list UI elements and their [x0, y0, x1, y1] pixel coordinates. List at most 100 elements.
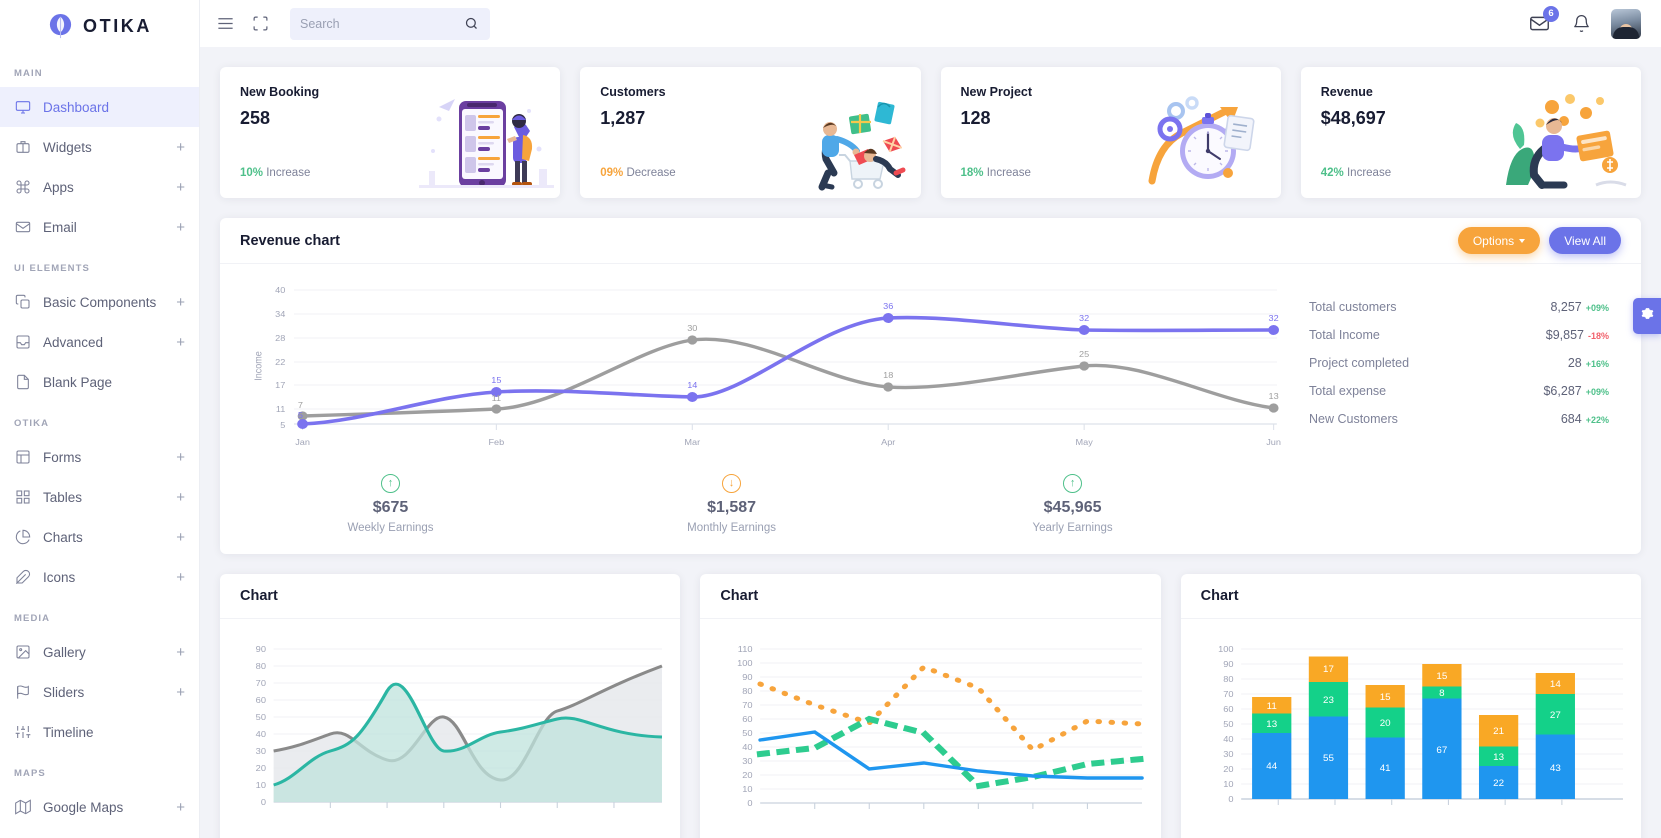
expand-icon[interactable]: + — [176, 530, 185, 545]
svg-text:32: 32 — [1269, 313, 1279, 323]
expand-icon[interactable]: + — [176, 645, 185, 660]
layout-icon — [14, 449, 31, 466]
expand-icon[interactable]: + — [176, 800, 185, 815]
brand-name: OTIKA — [83, 15, 152, 36]
sidebar-item-blank-page[interactable]: Blank Page — [0, 362, 199, 402]
stat-card-customers[interactable]: Customers 1,287 09% Decrease — [580, 67, 921, 198]
svg-text:0: 0 — [748, 798, 753, 808]
sidebar-item-icons[interactable]: Icons + — [0, 557, 199, 597]
person-coins-illustration — [1500, 89, 1635, 194]
revenue-stat-row: Total customers 8,257 +09% — [1309, 300, 1609, 328]
expand-icon[interactable]: + — [176, 450, 185, 465]
svg-text:10: 10 — [743, 784, 753, 794]
copy-icon — [14, 294, 31, 311]
svg-text:36: 36 — [883, 301, 893, 311]
dashboard-app: OTIKA MAIN Dashboard Widgets + Apps + Em… — [0, 0, 1661, 838]
sidebar-item-label: Advanced — [43, 334, 104, 350]
bell-icon[interactable] — [1570, 13, 1592, 35]
chart-title: Chart — [240, 587, 278, 604]
svg-text:100: 100 — [737, 658, 753, 668]
flag-icon — [14, 684, 31, 701]
revenue-card-header: Revenue chart Options View All — [220, 218, 1641, 264]
sidebar-item-tables[interactable]: Tables + — [0, 477, 199, 517]
sidebar-item-forms[interactable]: Forms + — [0, 437, 199, 477]
stat-trend: Increase — [266, 167, 311, 179]
svg-text:40: 40 — [275, 285, 285, 295]
stat-value: $9,857 — [1545, 328, 1584, 342]
sidebar-item-google-maps[interactable]: Google Maps + — [0, 787, 199, 827]
view-all-button[interactable]: View All — [1549, 227, 1621, 254]
svg-text:70: 70 — [1223, 689, 1233, 699]
mail-button[interactable]: 6 — [1529, 5, 1559, 35]
stat-percent: 42% — [1320, 167, 1344, 179]
svg-text:18: 18 — [883, 370, 893, 380]
stat-card-new-booking[interactable]: New Booking 258 10% Increase — [220, 67, 561, 198]
stopwatch-gears-illustration — [1140, 89, 1275, 194]
earning-label: Monthly Earnings — [687, 521, 776, 534]
expand-icon[interactable]: + — [176, 490, 185, 505]
svg-text:25: 25 — [1079, 349, 1089, 359]
revenue-chart-title: Revenue chart — [240, 232, 340, 249]
svg-text:55: 55 — [1323, 752, 1334, 763]
revenue-stat-row: Total expense $6,287 +09% — [1309, 384, 1609, 412]
sidebar-item-advanced[interactable]: Advanced + — [0, 322, 199, 362]
sidebar-item-sliders[interactable]: Sliders + — [0, 672, 199, 712]
stat-label: Total expense — [1309, 384, 1387, 398]
svg-text:43: 43 — [1550, 762, 1561, 773]
avatar[interactable] — [1611, 8, 1641, 39]
sidebar-item-label: Basic Components — [43, 294, 157, 310]
brand-logo[interactable]: OTIKA — [0, 0, 199, 52]
earning-label: Weekly Earnings — [347, 521, 434, 534]
sidebar-item-basic-components[interactable]: Basic Components + — [0, 282, 199, 322]
expand-icon[interactable]: + — [176, 335, 185, 350]
stat-percent: 09% — [600, 167, 624, 179]
sidebar-item-label: Email — [43, 219, 77, 235]
stat-card-new-project[interactable]: New Project 128 18% Increase — [940, 67, 1281, 198]
search-input[interactable] — [300, 16, 462, 31]
stat-delta: +22% — [1585, 415, 1609, 425]
svg-text:14: 14 — [1550, 678, 1561, 689]
expand-icon[interactable]: + — [176, 180, 185, 195]
svg-text:60: 60 — [1223, 704, 1233, 714]
sidebar-nav: MAIN Dashboard Widgets + Apps + Email + … — [0, 52, 199, 827]
sidebar-item-charts[interactable]: Charts + — [0, 517, 199, 557]
svg-text:11: 11 — [492, 393, 502, 403]
svg-text:10: 10 — [1223, 779, 1233, 789]
revenue-stats-list: Total customers 8,257 +09% Total Income … — [1293, 278, 1623, 463]
svg-text:20: 20 — [1379, 717, 1390, 728]
expand-icon[interactable]: + — [176, 220, 185, 235]
search-bar[interactable] — [290, 7, 490, 40]
expand-icon[interactable]: + — [176, 685, 185, 700]
settings-panel-toggle[interactable] — [1633, 298, 1661, 334]
sidebar-item-email[interactable]: Email + — [0, 207, 199, 247]
hamburger-icon[interactable] — [214, 13, 236, 35]
stat-sub: 09% Decrease — [600, 167, 675, 179]
stat-value: 684 — [1560, 412, 1582, 426]
image-icon — [14, 644, 31, 661]
svg-text:70: 70 — [743, 700, 753, 710]
options-button[interactable]: Options — [1457, 227, 1541, 254]
svg-text:May: May — [1076, 437, 1094, 447]
stat-trend: Increase — [1346, 167, 1392, 179]
mail-badge: 6 — [1543, 5, 1559, 22]
stat-value: 8,257 — [1550, 300, 1582, 314]
sidebar-item-apps[interactable]: Apps + — [0, 167, 199, 207]
sidebar-item-gallery[interactable]: Gallery + — [0, 632, 199, 672]
expand-icon[interactable]: + — [176, 295, 185, 310]
sidebar-item-dashboard[interactable]: Dashboard — [0, 87, 199, 127]
fullscreen-icon[interactable] — [249, 13, 271, 35]
stat-card-revenue[interactable]: Revenue $48,697 42% Increase — [1300, 67, 1641, 198]
expand-icon[interactable]: + — [176, 140, 185, 155]
svg-text:90: 90 — [1223, 659, 1233, 669]
chart-card-header: Chart — [700, 574, 1161, 619]
sidebar-item-timeline[interactable]: Timeline — [0, 712, 199, 752]
sidebar-item-label: Sliders — [43, 684, 85, 700]
svg-text:27: 27 — [1550, 709, 1561, 720]
expand-icon[interactable]: + — [176, 570, 185, 585]
search-icon[interactable] — [462, 15, 480, 33]
sidebar-item-widgets[interactable]: Widgets + — [0, 127, 199, 167]
revenue-stat-row: Project completed 28 +16% — [1309, 356, 1609, 384]
revenue-stat-row: Total Income $9,857 -18% — [1309, 328, 1609, 356]
svg-text:13: 13 — [1269, 391, 1279, 401]
svg-text:41: 41 — [1379, 762, 1390, 773]
